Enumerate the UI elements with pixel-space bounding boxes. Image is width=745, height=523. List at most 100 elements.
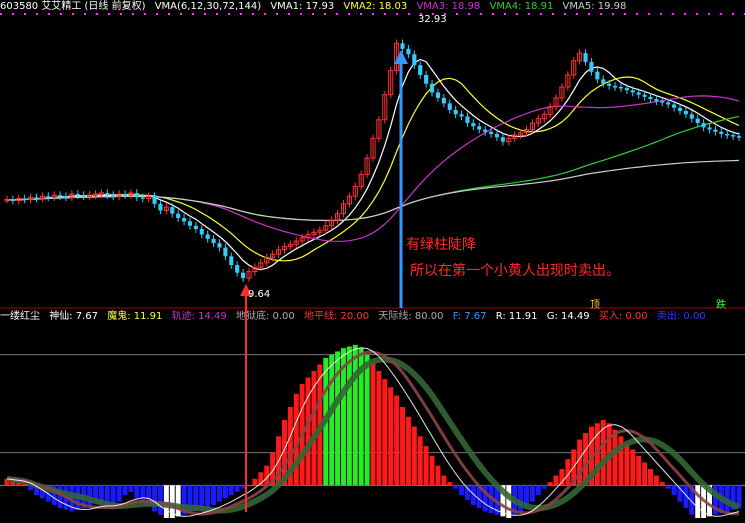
indicator-bar [228,485,234,496]
candle-body [660,101,665,103]
indicator-bar [382,379,388,486]
candle-body [719,131,724,134]
candle-body [412,54,417,66]
candle-body [429,83,435,93]
candle-body [666,102,671,105]
indicator-bar [140,485,146,502]
candle-body [63,196,69,198]
candle-body [34,197,39,199]
indicator-bar [388,387,394,486]
indicator-bar [636,455,642,486]
indicator-bar [541,485,547,489]
candle-body [618,87,624,89]
indicator-bar [405,416,411,486]
candle-body [46,196,51,198]
indicator-bar [553,475,559,486]
candle-body [111,195,116,197]
candle-body [695,118,700,124]
candle-body [193,225,198,229]
candle-body [176,213,181,219]
candle-body [601,79,606,84]
indicator-bar [453,485,459,489]
candle-body [689,114,694,119]
indicator-bar [417,436,423,486]
indicator-bar [157,485,163,515]
indicator-bar [653,475,659,486]
candle-body [701,123,706,128]
indicator-bar [441,475,447,486]
candle-body [636,92,641,95]
indicator-bar [642,462,648,486]
price-layer [4,39,742,282]
candle-body [483,129,488,132]
indicator-bar [559,469,565,486]
candle-body [736,136,742,138]
indicator-bar [217,485,222,502]
candle-body [672,104,677,108]
candle-body [229,256,234,266]
indicator-bar [222,485,228,499]
candle-body [58,195,63,197]
indicator-bar [411,426,417,486]
indicator-bar [459,485,465,496]
candle-body [630,90,635,93]
candle-body [187,221,193,226]
candle-body [595,71,600,80]
indicator-bar [506,485,512,518]
indicator-bar [577,439,583,486]
indicator-bar [152,485,158,512]
indicator-bar [252,478,258,486]
indicator-bar [535,485,541,496]
candle-body [607,83,612,86]
candle-body [75,194,80,196]
candle-body [241,272,246,279]
chart-canvas[interactable] [0,0,745,523]
indicator-bar [370,362,376,486]
indicator-bar [122,485,128,496]
candle-body [677,107,683,112]
indicator-bar [134,485,140,499]
indicator-bar [612,429,618,486]
candle-body [589,61,594,72]
candle-body [10,199,15,202]
candle-body [205,234,210,239]
indicator-bar [677,485,683,502]
indicator-bar [234,485,240,492]
indicator-bar [311,371,317,486]
annotation-line-1: 有绿柱陡降 [406,237,476,253]
vma5-line [6,159,740,222]
candle-body [612,85,618,88]
candle-body [22,198,27,200]
candle-body [489,131,494,134]
indicator-bar [447,482,453,486]
candle-body [654,99,659,102]
indicator-bar [205,485,211,509]
candle-body [418,65,423,75]
candle-body [424,74,429,84]
candle-body [122,194,128,196]
candle-body [140,197,145,199]
indicator-bar [547,482,553,486]
indicator-bar [116,485,122,502]
indicator-bar [211,485,217,505]
candle-body [494,133,500,138]
indicator-bar [435,465,441,486]
candle-body [81,195,86,197]
indicator-bar [128,485,134,492]
candle-body [624,88,629,91]
candle-body [459,114,464,117]
candle-body [465,116,470,124]
candle-body [182,218,187,222]
candle-body [223,247,228,257]
candle-body [725,133,730,136]
candle-body [217,243,222,248]
candle-body [683,111,688,115]
candle-body [152,196,157,204]
candle-body [731,135,736,137]
indicator-bar [175,485,181,517]
candle-body [400,43,405,49]
candle-body [500,137,505,142]
indicator-bar [364,354,370,486]
candle-body [453,109,458,115]
candle-body [406,48,411,55]
